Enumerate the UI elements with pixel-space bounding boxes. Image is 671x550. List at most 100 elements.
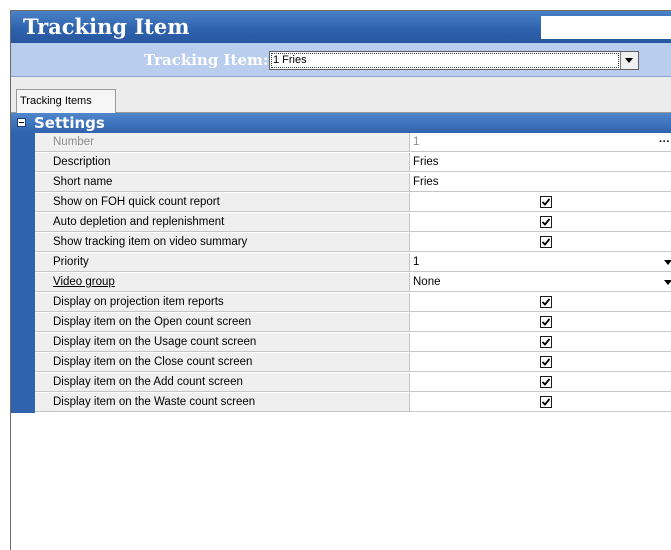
property-label-text[interactable]: Video group — [53, 276, 115, 288]
property-label[interactable]: Video group — [35, 273, 409, 292]
checkbox[interactable] — [540, 236, 552, 248]
property-row: Display on projection item reports — [11, 293, 671, 313]
section-title: Settings — [34, 114, 105, 132]
checkmark-icon — [541, 398, 551, 406]
record-selector-label: Tracking Item: — [144, 51, 269, 69]
property-value-field: 1 ··· — [409, 133, 671, 152]
tab-tracking-items[interactable]: Tracking Items — [16, 89, 116, 113]
checkbox[interactable] — [540, 216, 552, 228]
property-dropdown[interactable]: None — [409, 273, 671, 292]
property-row: Display item on the Close count screen — [11, 353, 671, 373]
property-grid: Settings Number 1 ··· Description Fries Short… — [11, 113, 671, 413]
property-value-field[interactable]: Fries — [409, 153, 671, 172]
checkmark-icon — [541, 218, 551, 226]
property-label: Description — [35, 153, 409, 172]
checkmark-icon — [541, 238, 551, 246]
row-gutter — [11, 213, 35, 233]
checkbox[interactable] — [540, 336, 552, 348]
property-row: Display item on the Waste count screen — [11, 393, 671, 413]
property-label-text: Priority — [53, 256, 89, 268]
property-checkbox-cell[interactable] — [409, 233, 671, 252]
row-gutter — [11, 193, 35, 213]
property-checkbox-cell[interactable] — [409, 393, 671, 412]
row-gutter — [11, 393, 35, 413]
property-label: Show on FOH quick count report — [35, 193, 409, 212]
title-bar-blank-area — [541, 16, 671, 39]
checkbox[interactable] — [540, 296, 552, 308]
checkmark-icon — [541, 198, 551, 206]
checkmark-icon — [541, 338, 551, 346]
property-label: Display on projection item reports — [35, 293, 409, 312]
property-checkbox-cell[interactable] — [409, 193, 671, 212]
page-title: Tracking Item — [23, 14, 190, 39]
settings-section-header[interactable]: Settings — [11, 113, 671, 133]
property-label-text: Display on projection item reports — [53, 296, 224, 308]
property-value: Fries — [413, 176, 439, 188]
row-gutter — [11, 153, 35, 173]
record-selector-bar: Tracking Item: 1 Fries — [11, 43, 671, 77]
property-checkbox-cell[interactable] — [409, 293, 671, 312]
property-row: Display item on the Add count screen — [11, 373, 671, 393]
property-row: Video group None — [11, 273, 671, 293]
checkmark-icon — [541, 318, 551, 326]
property-label-text: Number — [53, 136, 94, 148]
tab-strip: Tracking Items — [11, 77, 671, 113]
chevron-down-icon[interactable] — [620, 52, 638, 69]
property-row: Short name Fries — [11, 173, 671, 193]
title-bar: Tracking Item — [11, 11, 671, 43]
checkmark-icon — [541, 378, 551, 386]
tracking-item-select-value: 1 Fries — [273, 54, 307, 66]
row-gutter — [11, 233, 35, 253]
property-label: Display item on the Close count screen — [35, 353, 409, 372]
property-label-text: Description — [53, 156, 111, 168]
property-label-text: Display item on the Open count screen — [53, 316, 252, 328]
property-value: 1 — [413, 256, 420, 268]
row-gutter — [11, 273, 35, 293]
collapse-icon[interactable] — [17, 118, 26, 127]
property-value-field[interactable]: Fries — [409, 173, 671, 192]
tracking-item-panel: Tracking Item Tracking Item: 1 Fries Tra… — [10, 10, 671, 550]
property-label: Short name — [35, 173, 409, 192]
checkmark-icon — [541, 358, 551, 366]
property-label-text: Auto depletion and replenishment — [53, 216, 225, 228]
property-label: Number — [35, 133, 409, 152]
property-value: 1 — [413, 136, 420, 148]
chevron-down-icon[interactable] — [664, 260, 671, 265]
property-row: Display item on the Usage count screen — [11, 333, 671, 353]
property-dropdown[interactable]: 1 — [409, 253, 671, 272]
ellipsis-button[interactable]: ··· — [659, 133, 670, 152]
property-value: Fries — [413, 156, 439, 168]
row-gutter — [11, 313, 35, 333]
checkmark-icon — [541, 298, 551, 306]
property-checkbox-cell[interactable] — [409, 353, 671, 372]
property-label: Auto depletion and replenishment — [35, 213, 409, 232]
property-label: Display item on the Waste count screen — [35, 393, 409, 412]
property-label: Display item on the Add count screen — [35, 373, 409, 392]
row-gutter — [11, 353, 35, 373]
property-label: Display item on the Usage count screen — [35, 333, 409, 352]
property-checkbox-cell[interactable] — [409, 333, 671, 352]
tracking-item-select[interactable]: 1 Fries — [269, 51, 639, 70]
checkbox[interactable] — [540, 396, 552, 408]
property-row: Show on FOH quick count report — [11, 193, 671, 213]
checkbox[interactable] — [540, 376, 552, 388]
checkbox[interactable] — [540, 316, 552, 328]
property-label-text: Show tracking item on video summary — [53, 236, 248, 248]
property-checkbox-cell[interactable] — [409, 213, 671, 232]
focus-outline — [271, 53, 619, 68]
row-gutter — [11, 293, 35, 313]
property-label-text: Show on FOH quick count report — [53, 196, 220, 208]
checkbox[interactable] — [540, 356, 552, 368]
property-label-text: Display item on the Close count screen — [53, 356, 253, 368]
property-label-text: Display item on the Usage count screen — [53, 336, 257, 348]
property-row: Priority 1 — [11, 253, 671, 273]
property-row: Auto depletion and replenishment — [11, 213, 671, 233]
settings-rows: Number 1 ··· Description Fries Short name Frie… — [11, 133, 671, 413]
property-row: Number 1 ··· — [11, 133, 671, 153]
checkbox[interactable] — [540, 196, 552, 208]
property-label: Display item on the Open count screen — [35, 313, 409, 332]
chevron-down-icon[interactable] — [664, 280, 671, 285]
property-checkbox-cell[interactable] — [409, 313, 671, 332]
property-row: Description Fries — [11, 153, 671, 173]
property-checkbox-cell[interactable] — [409, 373, 671, 392]
